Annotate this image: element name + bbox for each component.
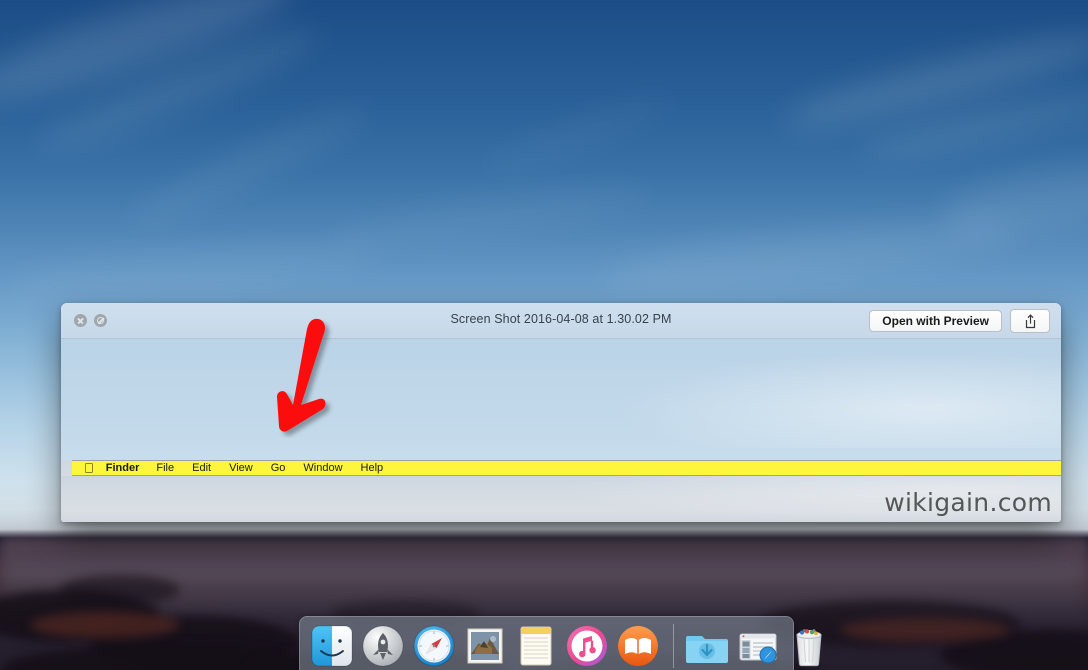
desktop-screen: Screen Shot 2016-04-08 at 1.30.02 PM Ope… xyxy=(0,0,1088,670)
notes-icon xyxy=(520,626,552,666)
menu-item-finder: Finder xyxy=(96,462,140,474)
cloud-wisp xyxy=(329,177,651,257)
share-icon xyxy=(1025,313,1035,328)
watermark-text: wikigain.com xyxy=(884,488,1052,517)
dock-item-downloads[interactable] xyxy=(684,623,732,670)
titlebar-actions: Open with Preview xyxy=(869,309,1050,333)
cloud-wisp xyxy=(482,87,679,180)
dock-item-itunes[interactable] xyxy=(564,623,612,670)
itunes-icon xyxy=(567,626,607,666)
window-stack-icon xyxy=(739,633,777,664)
dock-item-ibooks[interactable] xyxy=(615,623,663,670)
highlighted-menubar:  Finder File Edit View Go Window Help xyxy=(72,460,1061,476)
cloud-wisp xyxy=(859,83,1088,165)
dock-item-launchpad[interactable] xyxy=(360,623,408,670)
quicklook-titlebar[interactable]: Screen Shot 2016-04-08 at 1.30.02 PM Ope… xyxy=(61,303,1061,339)
menu-item-view: View xyxy=(219,462,253,474)
trash-icon xyxy=(796,629,822,667)
screenshot-sky-region xyxy=(61,339,1061,460)
dock[interactable] xyxy=(299,616,822,670)
menu-item-edit: Edit xyxy=(182,462,211,474)
menu-item-help: Help xyxy=(350,462,384,474)
dock-item-trash[interactable] xyxy=(786,623,834,670)
dock-item-recent-window[interactable] xyxy=(735,623,783,670)
quicklook-window[interactable]: Screen Shot 2016-04-08 at 1.30.02 PM Ope… xyxy=(61,303,1061,522)
downloads-folder-icon xyxy=(686,636,728,663)
dock-item-safari[interactable] xyxy=(411,623,459,670)
menu-item-go: Go xyxy=(260,462,286,474)
dock-separator xyxy=(673,624,674,668)
cloud-wisp xyxy=(125,96,375,234)
cloud-wisp xyxy=(33,15,327,163)
launchpad-icon xyxy=(362,625,404,667)
rock-warm-glow xyxy=(30,612,180,638)
dock-item-finder[interactable] xyxy=(309,623,357,670)
dock-item-notes[interactable] xyxy=(513,623,561,670)
finder-icon xyxy=(311,625,353,667)
mail-icon xyxy=(467,628,503,664)
quicklook-preview-image:  Finder File Edit View Go Window Help w… xyxy=(61,339,1061,522)
cloud-wisp xyxy=(0,233,382,307)
ibooks-icon xyxy=(618,626,658,666)
menu-item-file: File xyxy=(146,462,174,474)
cloud-wisp xyxy=(779,20,1088,142)
cloud-wisp xyxy=(598,208,1022,302)
menu-item-window: Window xyxy=(293,462,342,474)
open-with-preview-button[interactable]: Open with Preview xyxy=(869,310,1002,332)
share-button[interactable] xyxy=(1010,309,1050,333)
foreground-rock xyxy=(60,575,180,605)
safari-icon xyxy=(413,625,455,667)
cloud-wisp xyxy=(936,151,1088,249)
cloud-wisp xyxy=(0,0,301,122)
dock-item-mail[interactable] xyxy=(462,623,510,670)
apple-logo-icon:  xyxy=(84,461,94,474)
rock-warm-glow xyxy=(840,618,1010,642)
